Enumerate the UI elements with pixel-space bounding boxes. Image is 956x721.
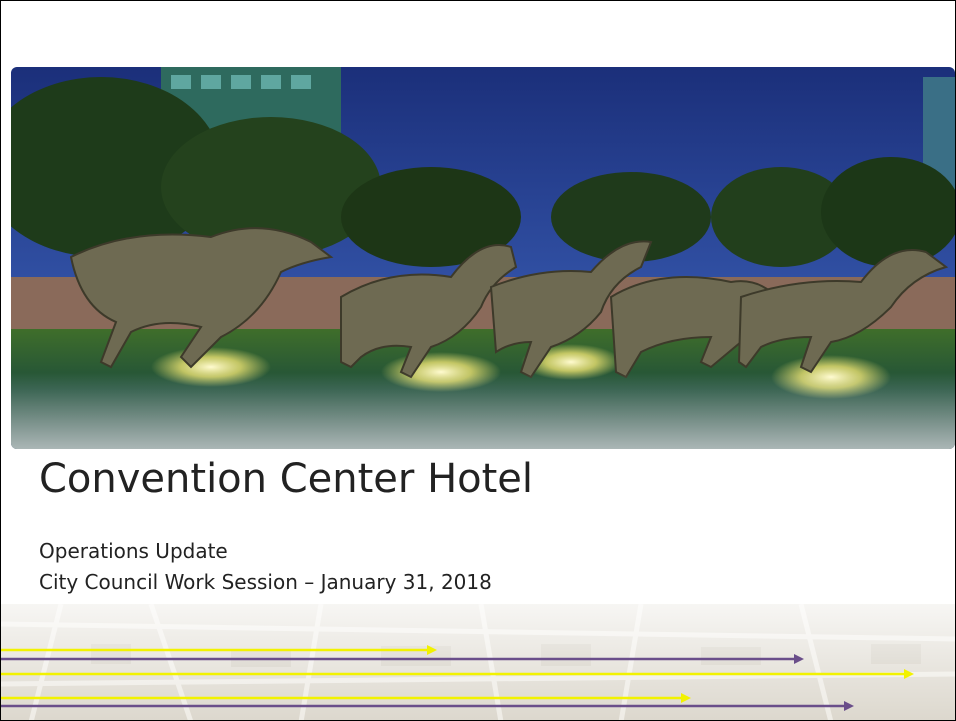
arrowhead-icon — [427, 645, 437, 655]
arrowhead-icon — [904, 669, 914, 679]
hero-photo — [11, 67, 955, 449]
slide-subtitle: Operations Update — [39, 539, 228, 563]
route-arrows — [1, 645, 914, 711]
slide-session-date: City Council Work Session – January 31, … — [39, 570, 492, 594]
arrowhead-icon — [794, 654, 804, 664]
slide-title: Convention Center Hotel — [39, 456, 534, 502]
arrowhead-icon — [681, 693, 691, 703]
arrowhead-icon — [844, 701, 854, 711]
slide: Convention Center Hotel Operations Updat… — [0, 0, 956, 721]
